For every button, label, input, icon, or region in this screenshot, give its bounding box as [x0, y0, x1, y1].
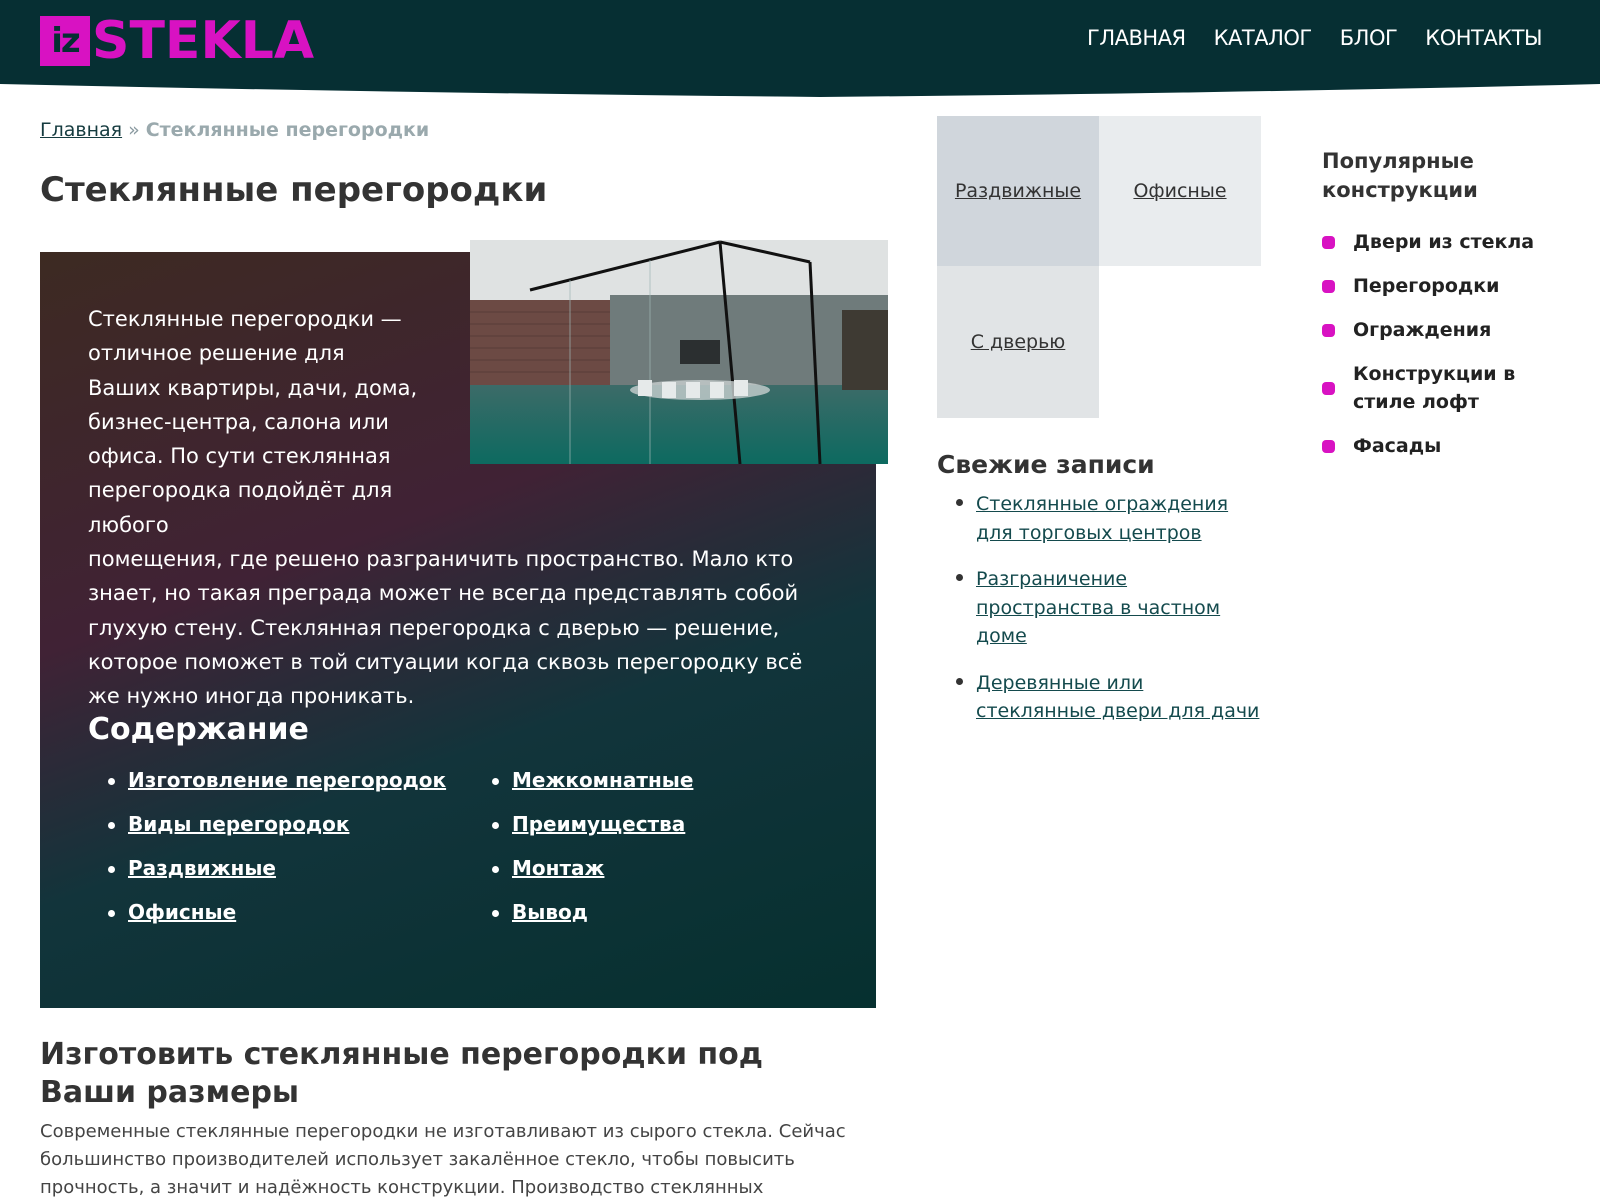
- tile-with-door-link[interactable]: С дверью: [971, 331, 1066, 353]
- fresh-post-link[interactable]: Стеклянные ограждения для торговых центр…: [976, 493, 1228, 544]
- breadcrumb-separator: »: [128, 119, 140, 141]
- toc-item: Изготовление перегородок: [108, 768, 446, 812]
- toc-column-left: Изготовление перегородок Виды перегородо…: [108, 768, 446, 944]
- site-header: iz STEKLA ГЛАВНАЯ КАТАЛОГ БЛОГ КОНТАКТЫ: [0, 0, 1600, 100]
- site-logo[interactable]: iz STEKLA: [40, 11, 315, 71]
- toc-link-types[interactable]: Виды перегородок: [128, 812, 349, 836]
- section-title: Изготовить стеклянные перегородки под Ва…: [40, 1037, 764, 1110]
- nav-blog[interactable]: БЛОГ: [1340, 26, 1398, 50]
- toc-link-manufacturing[interactable]: Изготовление перегородок: [128, 768, 446, 792]
- fresh-posts-title: Свежие записи: [937, 450, 1155, 479]
- popular-item-glass-doors[interactable]: Двери из стекла: [1322, 228, 1562, 256]
- toc-item: Вывод: [492, 900, 693, 944]
- page-title: Стеклянные перегородки: [40, 170, 548, 210]
- toc-link-office[interactable]: Офисные: [128, 900, 236, 924]
- tile-sliding-link[interactable]: Раздвижные: [955, 180, 1081, 202]
- toc-item: Раздвижные: [108, 856, 446, 900]
- tile-office[interactable]: Офисные: [1099, 116, 1261, 266]
- logo-wordmark: STEKLA: [92, 11, 315, 71]
- popular-title: Популярные конструкции: [1322, 149, 1478, 202]
- toc-column-right: Межкомнатные Преимущества Монтаж Вывод: [492, 768, 693, 944]
- breadcrumb: Главная » Стеклянные перегородки: [40, 119, 429, 141]
- nav-catalog[interactable]: КАТАЛОГ: [1214, 26, 1313, 50]
- section-text: Современные стеклянные перегородки не из…: [40, 1121, 846, 1198]
- toc-item: Межкомнатные: [492, 768, 693, 812]
- fresh-post-item: Стеклянные ограждения для торговых центр…: [956, 490, 1266, 547]
- tile-office-link[interactable]: Офисные: [1133, 180, 1226, 202]
- toc-item: Монтаж: [492, 856, 693, 900]
- toc-link-advantages[interactable]: Преимущества: [512, 812, 685, 836]
- nav-contacts[interactable]: КОНТАКТЫ: [1425, 26, 1542, 50]
- hero-intro-text: Стеклянные перегородки — отличное решени…: [88, 302, 828, 714]
- popular-item-loft[interactable]: Конструкции в стиле лофт: [1322, 360, 1562, 416]
- main-nav: ГЛАВНАЯ КАТАЛОГ БЛОГ КОНТАКТЫ: [1087, 26, 1542, 50]
- fresh-post-item: Деревянные или стеклянные двери для дачи: [956, 669, 1266, 726]
- fresh-post-item: Разграничение пространства в частном дом…: [956, 565, 1266, 651]
- toc-item: Преимущества: [492, 812, 693, 856]
- fresh-post-link[interactable]: Разграничение пространства в частном дом…: [976, 568, 1220, 647]
- toc-link-installation[interactable]: Монтаж: [512, 856, 604, 880]
- tile-sliding[interactable]: Раздвижные: [937, 116, 1099, 266]
- hero-intro-rest: помещения, где решено разграничить прост…: [88, 547, 803, 709]
- fresh-posts-list: Стеклянные ограждения для торговых центр…: [956, 490, 1266, 744]
- toc-item: Виды перегородок: [108, 812, 446, 856]
- hero-intro-first: Стеклянные перегородки — отличное решени…: [88, 307, 418, 537]
- popular-item-facades[interactable]: Фасады: [1322, 432, 1562, 460]
- popular-item-partitions[interactable]: Перегородки: [1322, 272, 1562, 300]
- nav-home[interactable]: ГЛАВНАЯ: [1087, 26, 1186, 50]
- toc-link-sliding[interactable]: Раздвижные: [128, 856, 276, 880]
- toc-title: Содержание: [88, 712, 309, 747]
- breadcrumb-home[interactable]: Главная: [40, 119, 122, 141]
- toc-item: Офисные: [108, 900, 446, 944]
- fresh-post-link[interactable]: Деревянные или стеклянные двери для дачи: [976, 672, 1259, 723]
- logo-mark: iz: [40, 16, 90, 66]
- toc-link-conclusion[interactable]: Вывод: [512, 900, 588, 924]
- popular-item-railings[interactable]: Ограждения: [1322, 316, 1562, 344]
- breadcrumb-current: Стеклянные перегородки: [145, 119, 430, 141]
- toc-link-interior[interactable]: Межкомнатные: [512, 768, 693, 792]
- tile-with-door[interactable]: С дверью: [937, 266, 1099, 418]
- popular-list: Двери из стекла Перегородки Ограждения К…: [1322, 228, 1562, 476]
